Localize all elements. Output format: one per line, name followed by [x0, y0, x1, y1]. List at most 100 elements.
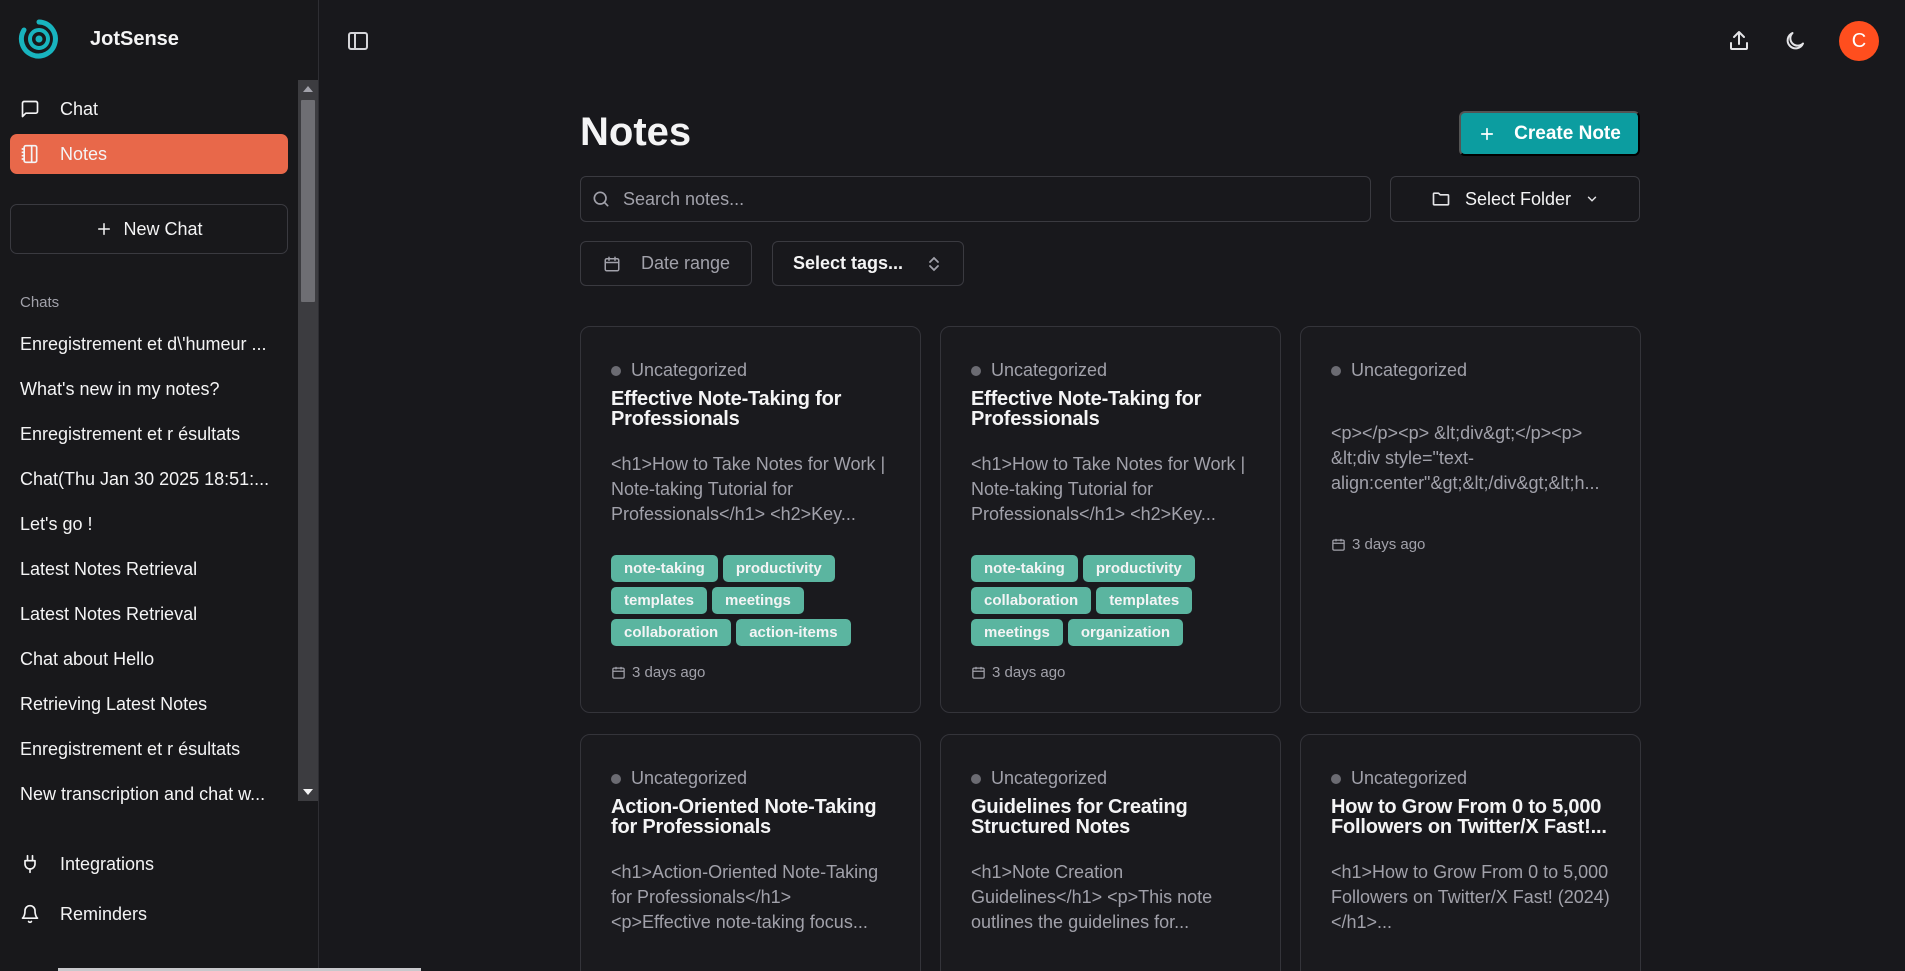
nav-item-integrations[interactable]: Integrations — [10, 841, 288, 887]
note-date-label: 3 days ago — [632, 664, 706, 681]
main-nav: Chat Notes — [10, 89, 288, 179]
search-input[interactable] — [623, 188, 1323, 210]
search-icon — [591, 189, 611, 209]
nav-item-reminders[interactable]: Reminders — [10, 891, 288, 937]
bottom-nav: Integrations Reminders — [10, 841, 288, 941]
note-card[interactable]: Uncategorized Guidelines for Creating St… — [940, 734, 1281, 971]
folder-select[interactable]: Select Folder — [1390, 176, 1640, 222]
chat-list-item[interactable]: Enregistrement et r ésultats — [20, 412, 282, 457]
note-tag[interactable]: templates — [611, 587, 708, 614]
calendar-icon — [603, 255, 621, 273]
nav-item-label: Chat — [60, 98, 99, 119]
note-date-label: 3 days ago — [992, 664, 1066, 681]
note-excerpt: <h1>How to Take Notes for Work | Note-ta… — [611, 454, 886, 524]
chat-list-item[interactable]: Chat about Hello — [20, 637, 282, 682]
dark-mode-moon-icon[interactable] — [1783, 29, 1807, 53]
calendar-icon — [1331, 537, 1346, 552]
plus-icon — [1478, 125, 1496, 143]
note-tag[interactable]: note-taking — [611, 555, 718, 582]
nav-item-label: Notes — [60, 143, 108, 164]
chat-list-item[interactable]: Latest Notes Retrieval — [20, 547, 282, 592]
new-chat-label: New Chat — [123, 218, 203, 239]
plus-icon — [95, 220, 113, 238]
note-excerpt: <p></p><p> &lt;div&gt;</p><p> &lt;div st… — [1331, 423, 1600, 493]
note-tag[interactable]: action-items — [736, 619, 851, 646]
note-tag[interactable]: organization — [1067, 619, 1184, 646]
category-dot-icon — [1331, 365, 1341, 376]
user-avatar[interactable]: C — [1839, 21, 1879, 61]
chat-list-item[interactable]: What's new in my notes? — [20, 367, 282, 412]
nav-item-label: Reminders — [60, 903, 148, 924]
chat-list-item[interactable]: Enregistrement et r ésultats — [20, 727, 282, 772]
search-notes-field[interactable] — [580, 176, 1371, 222]
note-tags: note-taking productivity collaboration t… — [971, 555, 1261, 651]
note-title: Guidelines for Creating Structured Notes — [971, 797, 1188, 837]
note-category-label: Uncategorized — [631, 768, 748, 788]
app-name: JotSense — [90, 27, 179, 50]
category-dot-icon — [1331, 773, 1341, 784]
note-card[interactable]: Uncategorized How to Grow From 0 to 5,00… — [1300, 734, 1641, 971]
note-category-label: Uncategorized — [631, 360, 748, 380]
note-tag[interactable]: productivity — [1082, 555, 1195, 582]
tags-select[interactable]: Select tags... — [772, 241, 964, 286]
new-chat-button[interactable]: New Chat — [10, 204, 288, 254]
folder-icon — [1431, 189, 1451, 209]
note-date: 3 days ago — [971, 664, 1250, 681]
note-tag[interactable]: collaboration — [611, 619, 732, 646]
category-dot-icon — [971, 773, 981, 784]
scrollbar-thumb[interactable] — [301, 100, 315, 302]
chat-list-item[interactable]: Retrieving Latest Notes — [20, 682, 282, 727]
message-square-icon — [20, 99, 40, 119]
chats-heading: Chats — [20, 294, 60, 311]
toggle-sidebar-icon[interactable] — [346, 29, 370, 53]
nav-item-chat[interactable]: Chat — [10, 89, 288, 129]
notebook-icon — [20, 144, 40, 164]
top-actions: C — [1727, 21, 1879, 61]
note-tag[interactable]: meetings — [971, 619, 1063, 646]
note-excerpt: <h1>Note Creation Guidelines</h1> <p>Thi… — [971, 862, 1213, 932]
nav-item-notes[interactable]: Notes — [10, 134, 288, 174]
category-dot-icon — [611, 773, 621, 784]
category-dot-icon — [971, 365, 981, 376]
plug-icon — [20, 854, 40, 874]
chat-list-item[interactable]: Latest Notes Retrieval — [20, 592, 282, 637]
folder-select-label: Select Folder — [1464, 188, 1572, 209]
calendar-icon — [611, 665, 626, 680]
chat-list-item[interactable]: Chat(Thu Jan 30 2025 18:51:... — [20, 457, 282, 502]
note-category: Uncategorized — [971, 360, 1250, 381]
share-upload-icon[interactable] — [1727, 29, 1751, 53]
note-tags: note-taking productivity templates meeti… — [611, 555, 901, 651]
note-tag[interactable]: templates — [1096, 587, 1193, 614]
date-range-picker[interactable]: Date range — [580, 241, 752, 286]
note-category-label: Uncategorized — [991, 360, 1108, 380]
scroll-up-arrow-icon[interactable] — [298, 80, 318, 98]
page-title: Notes — [580, 110, 692, 154]
note-excerpt: <h1>How to Grow From 0 to 5,000 Follower… — [1331, 862, 1610, 932]
chat-list-item[interactable]: Let's go ! — [20, 502, 282, 547]
scroll-down-arrow-icon[interactable] — [298, 783, 318, 801]
sidebar-scrollbar[interactable] — [298, 80, 318, 801]
note-card[interactable]: Uncategorized Effective Note-Taking for … — [940, 326, 1281, 713]
note-title: Action-Oriented Note-Taking for Professi… — [611, 797, 877, 837]
calendar-icon — [971, 665, 986, 680]
note-tag[interactable]: note-taking — [971, 555, 1078, 582]
chat-list-item[interactable]: Enregistrement et d\'humeur ... — [20, 322, 282, 367]
note-card[interactable]: Uncategorized Action-Oriented Note-Takin… — [580, 734, 921, 971]
note-title: How to Grow From 0 to 5,000 Followers on… — [1331, 797, 1607, 837]
note-category: Uncategorized — [971, 768, 1250, 789]
tags-select-label: Select tags... — [793, 253, 904, 273]
note-category: Uncategorized — [611, 768, 890, 789]
note-tag[interactable]: meetings — [712, 587, 804, 614]
brand[interactable]: JotSense — [18, 18, 179, 60]
sidebar: JotSense Chat Notes New Chat Chats Enreg… — [0, 0, 421, 971]
note-card[interactable]: Uncategorized Effective Note-Taking for … — [580, 326, 921, 713]
chevron-down-icon — [1585, 192, 1599, 206]
create-note-button[interactable]: Create Note — [1459, 111, 1640, 156]
note-tag[interactable]: productivity — [722, 555, 835, 582]
note-date-label: 3 days ago — [1352, 536, 1426, 553]
note-category: Uncategorized — [1331, 360, 1610, 381]
note-tag[interactable]: collaboration — [971, 587, 1092, 614]
chat-list-item[interactable]: New transcription and chat w... — [20, 772, 282, 806]
chat-list: Enregistrement et d\'humeur ... What's n… — [20, 322, 282, 806]
note-card[interactable]: Uncategorized <p></p><p> &lt;div&gt;</p>… — [1300, 326, 1641, 713]
